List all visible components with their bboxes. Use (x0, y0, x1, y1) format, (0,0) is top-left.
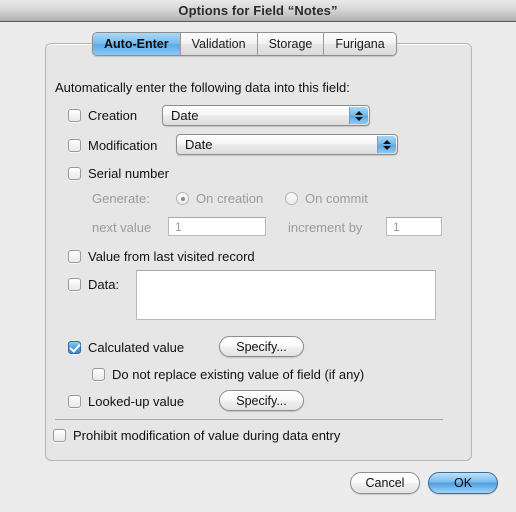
next-value-input-value: 1 (175, 219, 182, 234)
generate-label: Generate: (92, 191, 150, 206)
cancel-button[interactable]: Cancel (350, 472, 420, 494)
tab-furigana[interactable]: Furigana (324, 33, 396, 55)
creation-checkbox-row[interactable]: Creation (68, 108, 137, 123)
data-label: Data: (88, 277, 120, 292)
modification-label: Modification (88, 138, 158, 153)
ok-button-label: OK (453, 476, 473, 490)
value-from-last-visited-label: Value from last visited record (88, 249, 255, 264)
tab-validation[interactable]: Validation (180, 33, 258, 55)
next-value-input[interactable]: 1 (168, 217, 266, 236)
calculated-value-row[interactable]: Calculated value (68, 340, 184, 355)
creation-popup-value: Date (171, 108, 199, 123)
on-commit-radio[interactable] (285, 192, 298, 205)
panel-intro-text: Automatically enter the following data i… (55, 80, 350, 95)
calculated-value-label: Calculated value (88, 340, 185, 355)
on-creation-label: On creation (196, 191, 264, 206)
serial-number-checkbox[interactable] (68, 167, 81, 180)
next-value-label-row: next value (92, 220, 151, 235)
tab-storage-label: Storage (268, 37, 313, 51)
on-creation-radio-row[interactable]: On creation (176, 191, 263, 206)
increment-by-label: increment by (288, 220, 363, 235)
increment-by-input-value: 1 (393, 219, 400, 234)
creation-checkbox[interactable] (68, 109, 81, 122)
tab-bar: Auto-Enter Validation Storage Furigana (92, 32, 397, 56)
modification-popup-button[interactable]: Date (176, 134, 398, 155)
do-not-replace-checkbox[interactable] (92, 368, 105, 381)
value-from-last-visited-checkbox[interactable] (68, 250, 81, 263)
data-textarea[interactable] (136, 270, 436, 320)
modification-popup-value: Date (185, 137, 213, 152)
looked-up-value-label: Looked-up value (88, 394, 185, 409)
serial-number-label: Serial number (88, 166, 169, 181)
tab-validation-label: Validation (191, 37, 246, 51)
window-title: Options for Field “Notes” (178, 3, 338, 18)
modification-checkbox-row[interactable]: Modification (68, 138, 157, 153)
prohibit-modification-checkbox[interactable] (53, 429, 66, 442)
on-creation-radio[interactable] (176, 192, 189, 205)
looked-up-value-specify-label: Specify... (236, 393, 287, 408)
data-checkbox[interactable] (68, 278, 81, 291)
do-not-replace-row[interactable]: Do not replace existing value of field (… (92, 367, 364, 382)
calculated-value-specify-label: Specify... (236, 339, 287, 354)
increment-by-input[interactable]: 1 (386, 217, 442, 236)
looked-up-value-specify-button[interactable]: Specify... (219, 390, 304, 411)
value-from-last-visited-row[interactable]: Value from last visited record (68, 249, 255, 264)
tab-furigana-label: Furigana (335, 37, 385, 51)
calculated-value-checkbox[interactable] (68, 341, 81, 354)
tab-storage[interactable]: Storage (257, 33, 325, 55)
prohibit-modification-row[interactable]: Prohibit modification of value during da… (53, 428, 340, 443)
chevron-updown-icon (377, 136, 396, 153)
data-checkbox-row[interactable]: Data: (68, 277, 119, 292)
serial-number-checkbox-row[interactable]: Serial number (68, 166, 169, 181)
tab-auto-enter-label: Auto-Enter (104, 37, 169, 51)
creation-label: Creation (88, 108, 138, 123)
prohibit-modification-label: Prohibit modification of value during da… (73, 428, 341, 443)
window-titlebar: Options for Field “Notes” (0, 0, 516, 22)
chevron-updown-icon (349, 107, 368, 124)
calculated-value-specify-button[interactable]: Specify... (219, 336, 304, 357)
creation-popup-button[interactable]: Date (162, 105, 370, 126)
looked-up-value-checkbox[interactable] (68, 395, 81, 408)
next-value-label: next value (92, 220, 152, 235)
section-divider (55, 419, 443, 420)
cancel-button-label: Cancel (365, 476, 405, 490)
on-commit-radio-row[interactable]: On commit (285, 191, 368, 206)
generate-label-row: Generate: (92, 191, 150, 206)
on-commit-label: On commit (305, 191, 368, 206)
increment-by-label-row: increment by (288, 220, 362, 235)
ok-button[interactable]: OK (428, 472, 498, 494)
looked-up-value-row[interactable]: Looked-up value (68, 394, 184, 409)
do-not-replace-label: Do not replace existing value of field (… (112, 367, 365, 382)
tab-auto-enter[interactable]: Auto-Enter (93, 33, 181, 55)
modification-checkbox[interactable] (68, 139, 81, 152)
